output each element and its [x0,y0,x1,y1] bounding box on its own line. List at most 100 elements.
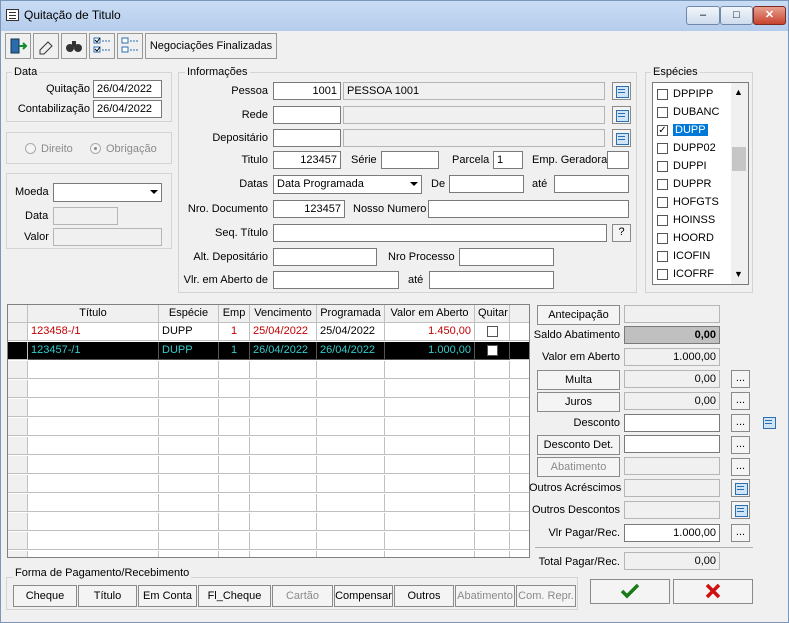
grid-header[interactable]: Espécie [159,305,219,323]
especie-checkbox[interactable] [657,215,668,226]
especie-checkbox[interactable] [657,269,668,280]
vlr-pagar-ellipsis-button[interactable]: ... [731,524,750,542]
vlr-aberto-de-field[interactable] [273,271,399,289]
titulo-field[interactable]: 123457 [273,151,341,169]
checklist-icon[interactable] [89,33,115,59]
binoculars-icon[interactable] [61,33,87,59]
grid-header[interactable]: Emp [219,305,250,323]
grid-header[interactable]: Vencimento [250,305,317,323]
grid-header[interactable] [510,305,529,323]
vlr-pagar-field[interactable]: 1.000,00 [624,524,720,542]
rede-list-icon[interactable] [612,106,631,124]
negociacoes-finalizadas-button[interactable]: Negociações Finalizadas [145,33,277,59]
desconto-det-ellipsis-button[interactable]: ... [731,436,750,454]
especie-item[interactable]: ICOFRF [653,265,731,283]
table-row [8,475,28,493]
quitar-checkbox[interactable] [486,325,498,337]
chevron-up-icon[interactable]: ▲ [734,87,743,97]
outros-descontos-list-icon[interactable] [731,501,750,519]
de-field[interactable] [449,175,524,193]
direito-radio[interactable] [25,143,36,154]
rede-field[interactable] [273,106,341,124]
especies-list[interactable]: DPPIPP DUBANC ✓ DUPP DUPP02 DUPPI DUPPR HOFGTS H… [652,82,749,285]
maximize-button[interactable]: □ [720,6,753,25]
grid-header[interactable]: Título [28,305,159,323]
moeda-select[interactable] [53,183,162,202]
outros-button[interactable]: Outros [394,585,454,607]
multa-button[interactable]: Multa [537,370,620,390]
desconto-field[interactable] [624,414,720,432]
com-repr-button: Com. Repr. [516,585,576,607]
especie-checkbox[interactable] [657,179,668,190]
depositario-field[interactable] [273,129,341,147]
especie-checkbox[interactable] [657,197,668,208]
especie-item[interactable]: DPPIPP [653,85,731,103]
alt-depositario-field[interactable] [273,248,377,266]
quitacao-date-field[interactable]: 26/04/2022 [93,80,162,98]
especie-checkbox[interactable] [657,89,668,100]
datas-select[interactable]: Data Programada [273,175,422,194]
juros-button[interactable]: Juros [537,392,620,412]
especies-scrollbar[interactable]: ▲ ▼ [731,83,748,284]
help-button[interactable]: ? [612,224,631,242]
minimize-button[interactable]: – [686,6,720,25]
especie-checkbox[interactable] [657,161,668,172]
pessoa-code-field[interactable]: 1001 [273,82,341,100]
desconto-ellipsis-button[interactable]: ... [731,414,750,432]
titles-grid[interactable]: Título Espécie Emp Vencimento Programada Valo… [7,304,530,558]
especie-item[interactable]: DUPP02 [653,139,731,157]
seq-titulo-field[interactable] [273,224,607,242]
grid-header[interactable]: Quitar [475,305,510,323]
depositario-list-icon[interactable] [612,129,631,147]
serie-field[interactable] [381,151,439,169]
pessoa-list-icon[interactable] [612,82,631,100]
contabilizacao-date-field[interactable]: 26/04/2022 [93,100,162,118]
scrollbar-thumb[interactable] [732,147,746,171]
ate-field[interactable] [554,175,629,193]
fl-cheque-button[interactable]: Fl_Cheque [198,585,271,607]
especie-item[interactable]: ICOFIN [653,247,731,265]
tree-list-icon[interactable] [760,414,779,432]
chevron-down-icon[interactable]: ▼ [734,269,743,279]
emp-geradora-field[interactable] [607,151,629,169]
especie-item[interactable]: HOORD [653,229,731,247]
vlr-ate-field[interactable] [429,271,554,289]
grid-header[interactable] [8,305,28,323]
obrigacao-radio[interactable] [90,143,101,154]
antecipacao-button[interactable]: Antecipação [537,305,620,325]
close-button[interactable]: ✕ [753,6,786,25]
confirm-button[interactable] [590,579,670,604]
cheque-button[interactable]: Cheque [13,585,77,607]
especie-item[interactable]: HOINSS [653,211,731,229]
grid-header[interactable]: Valor em Aberto [385,305,475,323]
abatimento-ellipsis-button[interactable]: ... [731,458,750,476]
em-conta-button[interactable]: Em Conta [138,585,197,607]
especie-checkbox[interactable]: ✓ [657,125,668,136]
desconto-det-field[interactable] [624,435,720,453]
parcela-field[interactable]: 1 [493,151,523,169]
uncheck-list-icon[interactable] [117,33,143,59]
especie-checkbox[interactable] [657,107,668,118]
especie-item[interactable]: HOFGTS [653,193,731,211]
compensar-button[interactable]: Compensar [334,585,393,607]
desconto-det-button[interactable]: Desconto Det. [537,435,620,455]
titulo-button[interactable]: Título [78,585,137,607]
cancel-button[interactable] [673,579,753,604]
especie-checkbox[interactable] [657,251,668,262]
especie-item[interactable]: DUPPR [653,175,731,193]
nro-processo-field[interactable] [459,248,554,266]
especie-checkbox[interactable] [657,233,668,244]
especie-item[interactable]: ✓ DUPP [653,121,731,139]
grid-header[interactable]: Programada [317,305,385,323]
nosso-numero-field[interactable] [428,200,629,218]
juros-ellipsis-button[interactable]: ... [731,392,750,410]
nro-documento-field[interactable]: 123457 [273,200,345,218]
especie-checkbox[interactable] [657,143,668,154]
quitar-checkbox[interactable] [486,344,498,356]
outros-acrescimos-list-icon[interactable] [731,479,750,497]
eraser-icon[interactable] [33,33,59,59]
exit-icon[interactable] [5,33,31,59]
multa-ellipsis-button[interactable]: ... [731,370,750,388]
especie-item[interactable]: DUPPI [653,157,731,175]
especie-item[interactable]: DUBANC [653,103,731,121]
